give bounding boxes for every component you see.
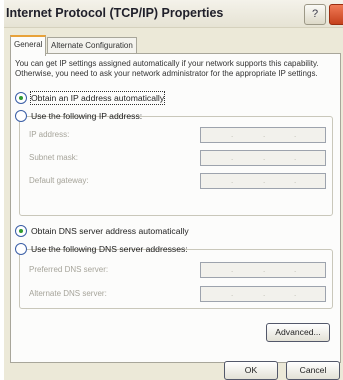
subnet-mask-field[interactable]: ... bbox=[200, 150, 326, 166]
tcpip-properties-dialog: Internet Protocol (TCP/IP) Properties ? … bbox=[4, 0, 343, 380]
ip-address-label: IP address: bbox=[29, 130, 70, 139]
subnet-mask-label: Subnet mask: bbox=[29, 153, 78, 162]
window-title: Internet Protocol (TCP/IP) Properties bbox=[6, 6, 224, 20]
alternate-dns-field[interactable]: ... bbox=[200, 286, 326, 302]
help-button[interactable]: ? bbox=[304, 4, 326, 25]
dns-auto-label: Obtain DNS server address automatically bbox=[31, 226, 189, 236]
close-button[interactable] bbox=[329, 4, 343, 25]
tab-general[interactable]: General bbox=[10, 35, 47, 56]
ip-auto-label: Obtain an IP address automatically bbox=[29, 91, 166, 105]
ok-button[interactable]: OK bbox=[224, 361, 278, 380]
default-gateway-label: Default gateway: bbox=[29, 176, 89, 185]
ip-auto-radio[interactable] bbox=[15, 92, 27, 104]
advanced-button[interactable]: Advanced... bbox=[266, 323, 330, 342]
default-gateway-field[interactable]: ... bbox=[200, 173, 326, 189]
dns-manual-radio[interactable] bbox=[15, 243, 27, 255]
ip-manual-label: Use the following IP address: bbox=[31, 111, 143, 121]
description-text: You can get IP settings assigned automat… bbox=[15, 59, 319, 78]
dns-manual-label: Use the following DNS server addresses: bbox=[31, 244, 188, 254]
dns-auto-radio[interactable] bbox=[15, 225, 27, 237]
ip-manual-radio[interactable] bbox=[15, 110, 27, 122]
radio-selected-dot bbox=[19, 229, 23, 233]
preferred-dns-field[interactable]: ... bbox=[200, 262, 326, 278]
title-bar[interactable]: Internet Protocol (TCP/IP) Properties ? bbox=[4, 0, 343, 28]
radio-selected-dot bbox=[19, 96, 23, 100]
dns-manual-option[interactable]: Use the following DNS server addresses: bbox=[15, 243, 188, 255]
alternate-dns-label: Alternate DNS server: bbox=[29, 289, 107, 298]
ip-manual-option[interactable]: Use the following IP address: bbox=[15, 110, 142, 122]
preferred-dns-label: Preferred DNS server: bbox=[29, 265, 109, 274]
ip-address-field[interactable]: ... bbox=[200, 127, 326, 143]
tab-alternate-configuration[interactable]: Alternate Configuration bbox=[47, 37, 137, 54]
cancel-button[interactable]: Cancel bbox=[286, 361, 340, 380]
